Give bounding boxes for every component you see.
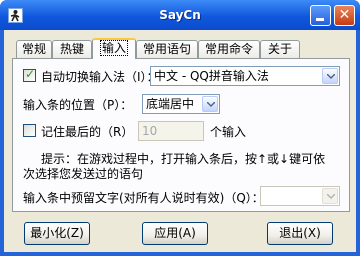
reserved-text-label: 输入条中预留文字(对所有人说时有效)（Q）： — [23, 191, 264, 205]
remember-count-suffix: 个输入 — [210, 125, 247, 139]
hint-text-line2: 次选择您发送过的语句 — [23, 167, 144, 181]
input-settings-panel: 自动切换输入法（I）： 中文 - QQ拼音输入法 输入条的位置（P）： 底端居中… — [12, 58, 350, 212]
app-window: SayCn ✕ 常规 热键 输入 常用语句 常用命令 关于 自动切换输入法（I）… — [0, 0, 360, 256]
chevron-down-icon[interactable] — [202, 96, 218, 112]
chevron-down-icon[interactable] — [322, 188, 338, 204]
ime-select-value: 中文 - QQ拼音输入法 — [154, 69, 269, 83]
bar-position-value: 底端居中 — [146, 97, 195, 111]
minimize-icon — [316, 18, 324, 21]
minimize-button[interactable]: 最小化(Z) — [24, 222, 90, 245]
remember-last-checkbox[interactable] — [23, 124, 36, 137]
tab-about[interactable]: 关于 — [260, 40, 300, 58]
tab-common-phrases[interactable]: 常用语句 — [136, 40, 198, 58]
remember-count-input[interactable]: 10 — [138, 121, 204, 141]
title-bar[interactable]: SayCn ✕ — [0, 0, 360, 30]
auto-switch-ime-label: 自动切换输入法（I）： — [41, 70, 159, 84]
tab-general[interactable]: 常规 — [16, 40, 52, 58]
tab-input-label: 输入 — [99, 40, 128, 56]
chevron-down-icon[interactable] — [322, 68, 338, 84]
reserved-text-select[interactable] — [260, 186, 340, 206]
auto-switch-ime-checkbox[interactable] — [23, 67, 36, 82]
close-window-button[interactable]: ✕ — [334, 5, 355, 26]
window-title: SayCn — [159, 8, 201, 22]
dialog-client-area: 常规 热键 输入 常用语句 常用命令 关于 自动切换输入法（I）： 中文 - Q… — [4, 30, 356, 252]
close-icon: ✕ — [338, 7, 351, 23]
apply-button[interactable]: 应用(A) — [142, 222, 208, 245]
tab-input[interactable]: 输入 — [92, 38, 136, 59]
bar-position-select[interactable]: 底端居中 — [142, 94, 220, 114]
minimize-window-button[interactable] — [310, 5, 331, 26]
exit-button[interactable]: 退出(X) — [267, 222, 333, 245]
tab-common-commands[interactable]: 常用命令 — [198, 40, 260, 58]
tab-hotkeys[interactable]: 热键 — [52, 40, 92, 58]
bar-position-label: 输入条的位置（P）： — [23, 98, 133, 112]
remember-last-label: 记住最后的（R） — [41, 125, 134, 139]
ime-select[interactable]: 中文 - QQ拼音输入法 — [150, 66, 340, 86]
